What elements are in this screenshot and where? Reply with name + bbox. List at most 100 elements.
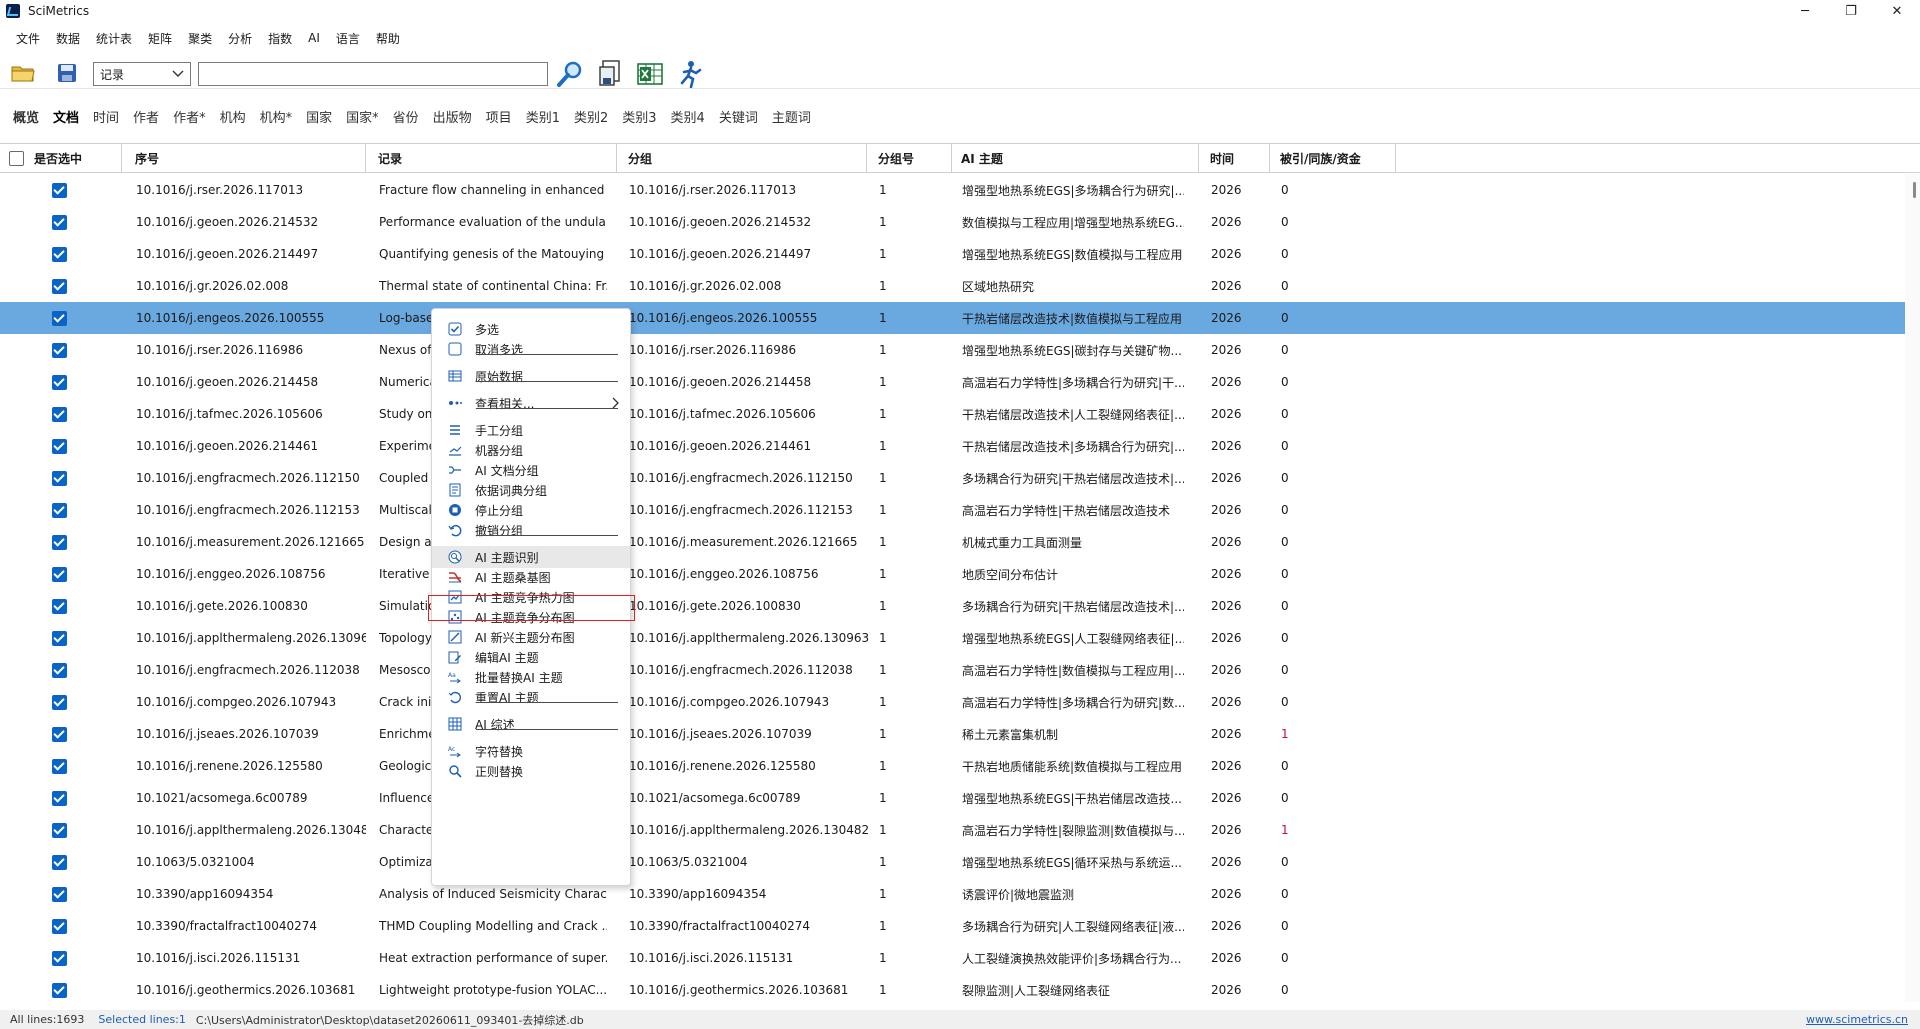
tab-keywords[interactable]: 关键词: [719, 105, 758, 128]
tab-category1[interactable]: 类别1: [526, 105, 560, 128]
table-row[interactable]: 10.1016/j.rser.2026.116986 Nexus of 10.101…: [0, 334, 1905, 366]
table-row[interactable]: 10.1016/j.engeos.2026.100555 Log-base 10.1…: [0, 302, 1905, 334]
tab-country[interactable]: 国家: [306, 105, 332, 128]
row-checkbox[interactable]: [52, 823, 67, 838]
menu-analysis[interactable]: 分析: [220, 27, 260, 50]
header-cited[interactable]: 被引/同族/资金: [1271, 144, 1396, 173]
row-checkbox[interactable]: [52, 471, 67, 486]
tab-country-star[interactable]: 国家*: [346, 105, 379, 128]
menu-help[interactable]: 帮助: [368, 27, 408, 50]
row-checkbox[interactable]: [52, 375, 67, 390]
menu-item[interactable]: 原始数据: [432, 365, 630, 387]
row-checkbox[interactable]: [52, 951, 67, 966]
tab-project[interactable]: 项目: [486, 105, 512, 128]
header-year[interactable]: 时间: [1201, 144, 1270, 173]
table-row[interactable]: 10.1016/j.jseaes.2026.107039 Enrichme 10.1…: [0, 718, 1905, 750]
table-row[interactable]: 10.1016/j.geoen.2026.214458 Numerica 10.10…: [0, 366, 1905, 398]
row-checkbox[interactable]: [52, 535, 67, 550]
table-row[interactable]: 10.3390/app16094354 Analysis of Induced S…: [0, 878, 1905, 910]
row-checkbox[interactable]: [52, 247, 67, 262]
table-row[interactable]: 10.1016/j.compgeo.2026.107943 Crack init 1…: [0, 686, 1905, 718]
menu-item[interactable]: AI 主题识别: [432, 546, 630, 568]
menu-ai[interactable]: AI: [300, 28, 328, 48]
table-row[interactable]: 10.1016/j.engfracmech.2026.112153 Multisc…: [0, 494, 1905, 526]
tab-institution[interactable]: 机构: [220, 105, 246, 128]
maximize-button[interactable]: ❐: [1828, 0, 1874, 22]
tab-author-star[interactable]: 作者*: [173, 105, 206, 128]
header-record[interactable]: 记录: [369, 144, 617, 173]
menu-item[interactable]: Ac 字符替换: [432, 740, 630, 762]
menu-item[interactable]: AI 新兴主题分布图: [432, 626, 630, 648]
scrollbar-thumb[interactable]: [1913, 182, 1916, 198]
header-selected[interactable]: 是否选中: [0, 144, 122, 173]
tab-subject-terms[interactable]: 主题词: [772, 105, 811, 128]
row-checkbox[interactable]: [52, 407, 67, 422]
menu-stats[interactable]: 统计表: [88, 27, 140, 50]
tab-author[interactable]: 作者: [133, 105, 159, 128]
table-row[interactable]: 10.1016/j.applthermaleng.2026.130963 Topo…: [0, 622, 1905, 654]
table-row[interactable]: 10.1016/j.geoen.2026.214461 Experime 10.10…: [0, 430, 1905, 462]
table-row[interactable]: 10.1016/j.geoen.2026.214532 Performance e…: [0, 206, 1905, 238]
table-row[interactable]: 10.1016/j.geothermics.2026.103681 Lightwe…: [0, 974, 1905, 1003]
table-row[interactable]: 10.1016/j.enggeo.2026.108756 Iterative i1…: [0, 558, 1905, 590]
row-checkbox[interactable]: [52, 343, 67, 358]
row-checkbox[interactable]: [52, 183, 67, 198]
save-icon[interactable]: [54, 60, 80, 86]
menu-item[interactable]: 多选: [432, 318, 630, 340]
menu-item[interactable]: 重置AI 主题: [432, 686, 630, 708]
row-checkbox[interactable]: [52, 759, 67, 774]
menu-item[interactable]: 正则替换: [432, 760, 630, 782]
menu-item[interactable]: 查看相关...: [432, 392, 630, 414]
row-checkbox[interactable]: [52, 727, 67, 742]
table-row[interactable]: 10.1016/j.applthermaleng.2026.130482 Char…: [0, 814, 1905, 846]
tab-category2[interactable]: 类别2: [574, 105, 608, 128]
table-row[interactable]: 10.1016/j.measurement.2026.121665 Design …: [0, 526, 1905, 558]
tab-category4[interactable]: 类别4: [671, 105, 705, 128]
row-checkbox[interactable]: [52, 599, 67, 614]
run-person-icon[interactable]: [676, 60, 704, 88]
menu-item[interactable]: AI 主题桑基图: [432, 566, 630, 588]
open-folder-icon[interactable]: [10, 60, 36, 86]
menu-matrix[interactable]: 矩阵: [140, 27, 180, 50]
header-ai-topic[interactable]: AI 主题: [952, 144, 1199, 173]
table-row[interactable]: 10.1016/j.renene.2026.125580 Geologic 10.1…: [0, 750, 1905, 782]
menu-data[interactable]: 数据: [48, 27, 88, 50]
row-checkbox[interactable]: [52, 215, 67, 230]
table-row[interactable]: 10.1016/j.gete.2026.100830 Simulatio 10.10…: [0, 590, 1905, 622]
row-checkbox[interactable]: [52, 311, 67, 326]
row-checkbox[interactable]: [52, 983, 67, 998]
minimize-button[interactable]: ─: [1782, 0, 1828, 22]
table-row[interactable]: 10.1016/j.engfracmech.2026.112038 Mesosco…: [0, 654, 1905, 686]
row-checkbox[interactable]: [52, 791, 67, 806]
tab-institution-star[interactable]: 机构*: [260, 105, 293, 128]
menu-item[interactable]: 撤销分组: [432, 519, 630, 541]
table-row[interactable]: 10.1016/j.gr.2026.02.008 Thermal state of…: [0, 270, 1905, 302]
table-row[interactable]: 10.1016/j.rser.2026.117013 Fracture flow …: [0, 174, 1905, 206]
menu-file[interactable]: 文件: [8, 27, 48, 50]
row-checkbox[interactable]: [52, 439, 67, 454]
table-row[interactable]: 10.1021/acsomega.6c00789 Influence 10.1021…: [0, 782, 1905, 814]
menu-cluster[interactable]: 聚类: [180, 27, 220, 50]
menu-item[interactable]: 停止分组: [432, 499, 630, 521]
tab-publication[interactable]: 出版物: [433, 105, 472, 128]
select-all-checkbox[interactable]: [9, 151, 24, 166]
website-link[interactable]: www.scimetrics.cn: [1806, 1013, 1908, 1026]
field-select[interactable]: 记录: [93, 62, 191, 86]
tab-category3[interactable]: 类别3: [622, 105, 656, 128]
header-group[interactable]: 分组: [619, 144, 867, 173]
menu-item[interactable]: 机器分组: [432, 439, 630, 461]
row-checkbox[interactable]: [52, 631, 67, 646]
table-row[interactable]: 10.3390/fractalfract10040274 THMD Couplin…: [0, 910, 1905, 942]
search-input[interactable]: [198, 62, 548, 86]
table-row[interactable]: 10.1016/j.isci.2026.115131 Heat extractio…: [0, 942, 1905, 974]
header-group-no[interactable]: 分组号: [869, 144, 952, 173]
table-row[interactable]: 10.1016/j.engfracmech.2026.112150 Coupled…: [0, 462, 1905, 494]
row-checkbox[interactable]: [52, 503, 67, 518]
tab-time[interactable]: 时间: [93, 105, 119, 128]
tab-overview[interactable]: 概览: [13, 105, 39, 128]
row-checkbox[interactable]: [52, 695, 67, 710]
menu-item[interactable]: AI 综述: [432, 713, 630, 735]
excel-export-icon[interactable]: [636, 60, 664, 88]
row-checkbox[interactable]: [52, 919, 67, 934]
menu-item[interactable]: 取消多选: [432, 338, 630, 360]
